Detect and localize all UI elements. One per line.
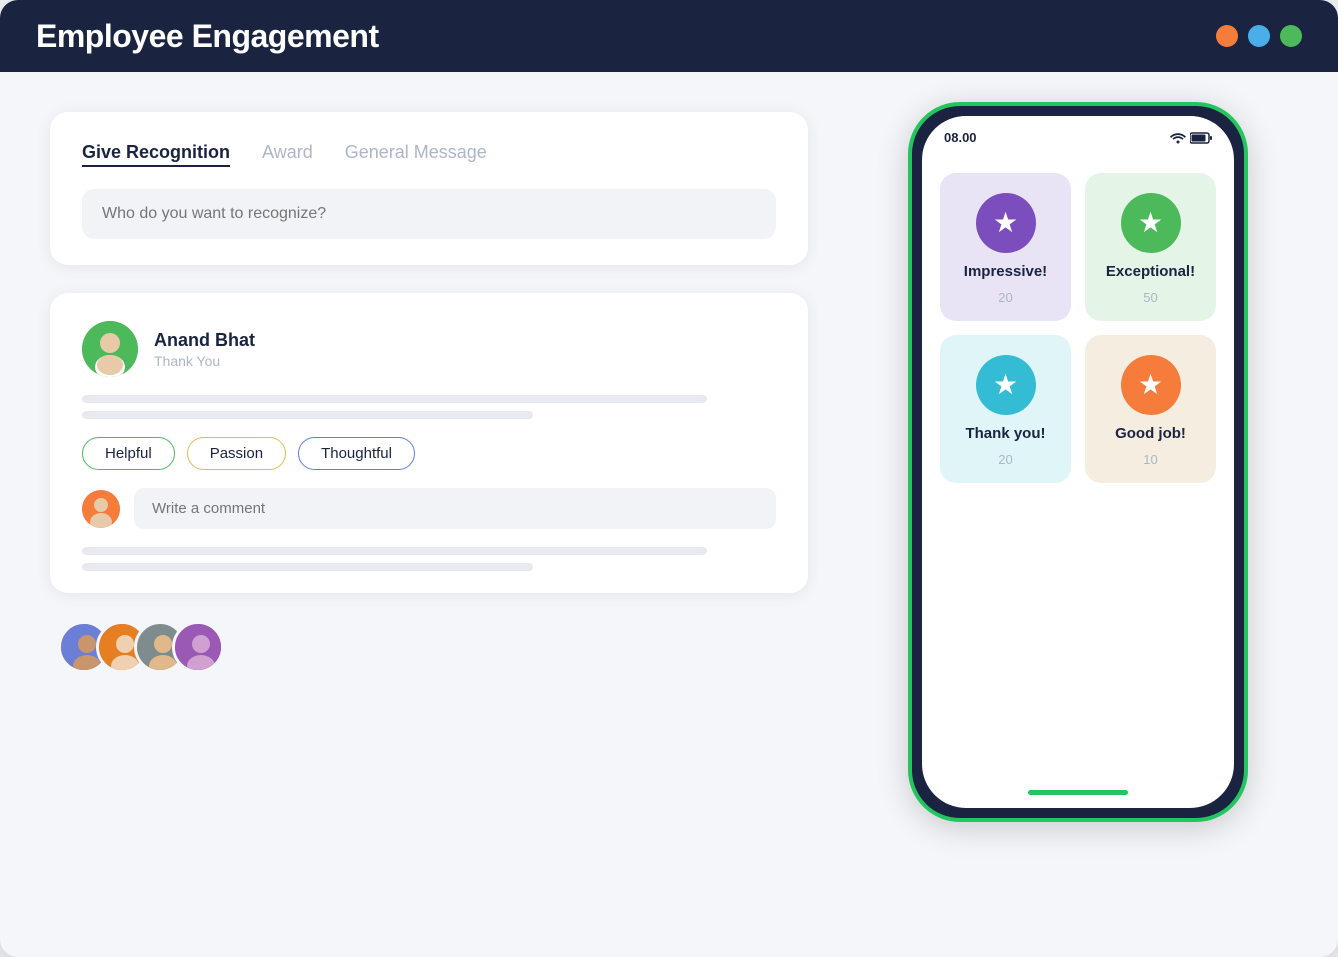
tag-thoughtful[interactable]: Thoughtful: [298, 437, 415, 470]
award-label-exceptional: Exceptional!: [1106, 263, 1195, 280]
phone-status-icons: [1170, 132, 1212, 144]
author-avatar: [82, 321, 138, 377]
main-content: Give Recognition Award General Message: [0, 72, 1338, 957]
post-tags: Helpful Passion Thoughtful: [82, 437, 776, 470]
tab-general-message[interactable]: General Message: [345, 142, 487, 167]
phone-awards-grid: ★ Impressive! 20 ★ Exceptional! 50: [922, 153, 1234, 776]
battery-icon: [1190, 132, 1212, 144]
user-avatar-4[interactable]: [172, 621, 224, 673]
recognition-card: Give Recognition Award General Message: [50, 112, 808, 265]
phone-time: 08.00: [944, 130, 977, 145]
award-card-exceptional[interactable]: ★ Exceptional! 50: [1085, 173, 1216, 321]
author-subtitle: Thank You: [154, 353, 255, 369]
award-icon-goodjob: ★: [1121, 355, 1181, 415]
phone-frame: 08.00: [908, 102, 1248, 822]
bottom-line-2: [82, 563, 533, 571]
award-label-impressive: Impressive!: [964, 263, 1047, 280]
phone-screen: 08.00: [922, 116, 1234, 808]
phone-container: 08.00: [868, 102, 1288, 822]
post-card: Anand Bhat Thank You Helpful Passion Tho…: [50, 293, 808, 593]
app-title: Employee Engagement: [36, 18, 379, 55]
bottom-line-1: [82, 547, 707, 555]
award-count-impressive: 20: [998, 290, 1012, 305]
commenter-avatar: [82, 490, 120, 528]
award-card-thankyou[interactable]: ★ Thank you! 20: [940, 335, 1071, 483]
app-window: Employee Engagement Give Recognition Awa…: [0, 0, 1338, 957]
comment-input[interactable]: [134, 488, 776, 529]
window-controls: [1216, 25, 1302, 47]
star-icon-thankyou: ★: [993, 371, 1018, 399]
phone-status-bar: 08.00: [922, 116, 1234, 153]
award-label-goodjob: Good job!: [1115, 425, 1186, 442]
author-name: Anand Bhat: [154, 330, 255, 351]
award-icon-exceptional: ★: [1121, 193, 1181, 253]
award-count-goodjob: 10: [1143, 452, 1157, 467]
users-avatars-row: [58, 621, 808, 673]
content-line-1: [82, 395, 707, 403]
post-bottom-lines: [82, 547, 776, 571]
tab-award[interactable]: Award: [262, 142, 313, 167]
tag-passion[interactable]: Passion: [187, 437, 286, 470]
award-icon-impressive: ★: [976, 193, 1036, 253]
award-icon-thankyou: ★: [976, 355, 1036, 415]
content-line-2: [82, 411, 533, 419]
orange-dot[interactable]: [1216, 25, 1238, 47]
phone-home-bar: [922, 776, 1234, 808]
tag-helpful[interactable]: Helpful: [82, 437, 175, 470]
award-card-impressive[interactable]: ★ Impressive! 20: [940, 173, 1071, 321]
star-icon-exceptional: ★: [1138, 209, 1163, 237]
star-icon-goodjob: ★: [1138, 371, 1163, 399]
home-indicator: [1028, 790, 1128, 795]
award-count-thankyou: 20: [998, 452, 1012, 467]
post-author-info: Anand Bhat Thank You: [154, 330, 255, 369]
wifi-icon: [1170, 132, 1186, 144]
comment-row: [82, 488, 776, 529]
title-bar: Employee Engagement: [0, 0, 1338, 72]
green-dot[interactable]: [1280, 25, 1302, 47]
star-icon-impressive: ★: [993, 209, 1018, 237]
award-count-exceptional: 50: [1143, 290, 1157, 305]
recognition-search-input[interactable]: [82, 189, 776, 239]
post-header: Anand Bhat Thank You: [82, 321, 776, 377]
award-label-thankyou: Thank you!: [965, 425, 1045, 442]
tab-give-recognition[interactable]: Give Recognition: [82, 142, 230, 167]
recognition-tabs: Give Recognition Award General Message: [82, 142, 776, 167]
blue-dot[interactable]: [1248, 25, 1270, 47]
left-panel: Give Recognition Award General Message: [50, 112, 808, 673]
award-card-goodjob[interactable]: ★ Good job! 10: [1085, 335, 1216, 483]
post-content-lines: [82, 395, 776, 419]
